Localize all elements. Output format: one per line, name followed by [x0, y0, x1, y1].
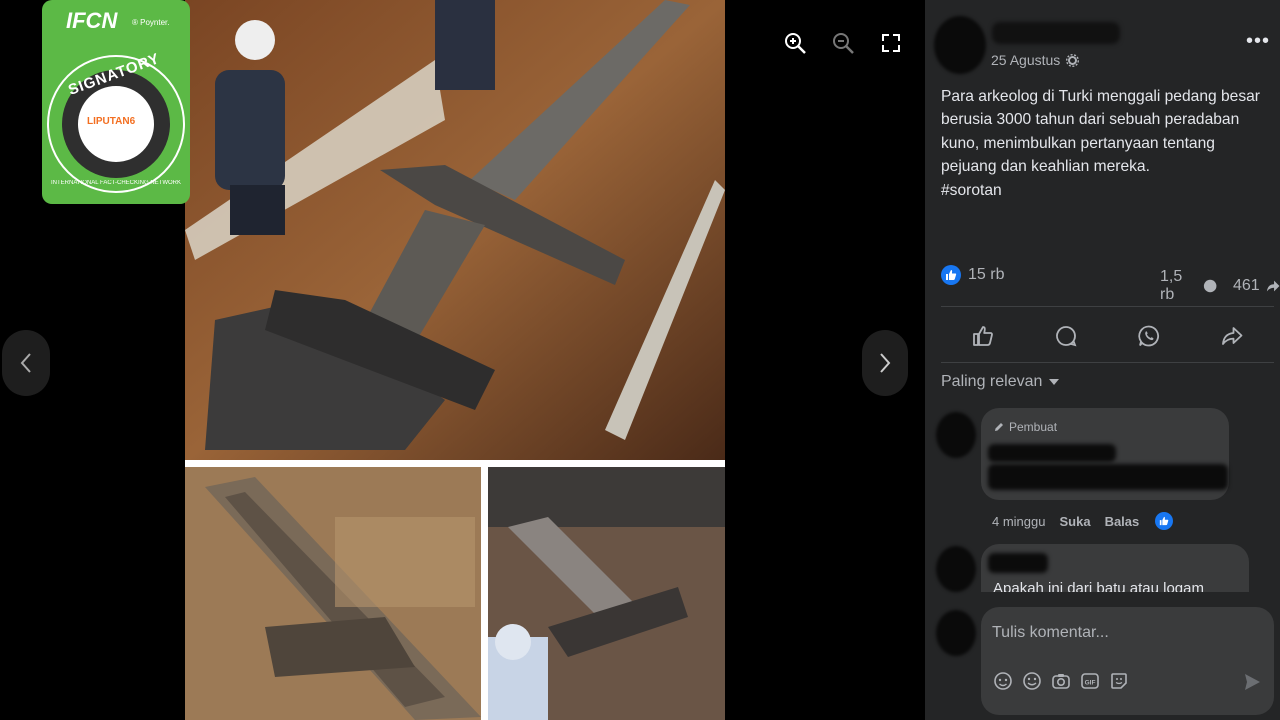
comment-1-like-reaction-icon[interactable]: [1155, 512, 1174, 530]
post-text: Para arkeolog di Turki menggali pedang b…: [941, 88, 1261, 176]
engagement-counts: 1,5 rb 461: [1160, 268, 1280, 304]
comment-1-reply-link[interactable]: Balas: [1105, 514, 1140, 529]
fullscreen-icon[interactable]: [878, 30, 904, 56]
post-body: Para arkeolog di Turki menggali pedang b…: [941, 85, 1273, 202]
more-options-icon[interactable]: •••: [1246, 30, 1270, 53]
whatsapp-share-button[interactable]: [1129, 318, 1169, 354]
svg-text:GIF: GIF: [1084, 679, 1095, 686]
media-viewer: IFCN ® Poynter. SIGNATORY INTERNATIONAL …: [0, 0, 925, 720]
sticker-icon[interactable]: [1108, 670, 1129, 691]
comment-1-time[interactable]: 4 minggu: [992, 514, 1045, 529]
comment-1-redacted-name[interactable]: [988, 444, 1116, 462]
divider-top: [941, 306, 1274, 307]
comment-1-redacted-text: [988, 464, 1228, 490]
caret-down-icon: [1049, 379, 1060, 385]
photo-sword-bottom-left[interactable]: [185, 467, 481, 720]
previous-photo-button[interactable]: [2, 330, 50, 396]
ifcn-signatory-badge: IFCN ® Poynter. SIGNATORY INTERNATIONAL …: [42, 0, 190, 204]
comment-sort-dropdown[interactable]: Paling relevan: [941, 373, 1060, 391]
ifcn-org-label: IFCN: [66, 8, 118, 33]
sort-label: Paling relevan: [941, 373, 1043, 390]
zoom-in-icon[interactable]: [782, 30, 808, 56]
sword-lying-illustration: [185, 467, 481, 720]
reaction-summary[interactable]: 15 rb: [941, 265, 1004, 285]
sword-illustration: [185, 0, 725, 460]
post-actions: [941, 318, 1274, 354]
comment-count[interactable]: 1,5 rb: [1160, 268, 1197, 304]
share-count[interactable]: 461: [1233, 277, 1260, 295]
composer-avatar[interactable]: [936, 610, 976, 656]
viewer-toolbar: [782, 30, 904, 56]
photo-sword-main[interactable]: [185, 0, 725, 460]
comment-input[interactable]: [992, 624, 1242, 642]
like-count: 15 rb: [968, 266, 1005, 283]
ifcn-sub-label: ® Poynter.: [132, 18, 170, 27]
next-photo-button[interactable]: [862, 330, 908, 396]
ifcn-ring-label: INTERNATIONAL FACT-CHECKING NETWORK: [50, 180, 181, 186]
comment-2-redacted-name[interactable]: [988, 553, 1048, 573]
photo-sword-bottom-right[interactable]: [488, 467, 725, 720]
send-icon: [1245, 674, 1260, 690]
comment-count-icon: [1203, 279, 1217, 293]
comment-1-meta: 4 minggu Suka Balas: [992, 512, 1174, 530]
comment-2-text: Apakah ini dari batu atau logam: [993, 580, 1204, 592]
like-reaction-icon: [941, 265, 961, 285]
thumbs-up-icon: [972, 326, 993, 346]
author-tag-label: Pembuat: [1009, 420, 1058, 434]
avatar-sticker-icon[interactable]: [992, 670, 1013, 691]
post-date-text: 25 Agustus: [991, 52, 1061, 68]
pencil-icon: [995, 423, 1003, 431]
post-hashtag[interactable]: #sorotan: [941, 179, 1273, 202]
emoji-icon[interactable]: [1021, 670, 1042, 691]
comment-1-author-tag: Pembuat: [993, 420, 1057, 434]
comment-bubble-icon: [1056, 326, 1077, 347]
camera-icon[interactable]: [1050, 670, 1071, 691]
divider-bottom: [941, 362, 1274, 363]
comment-2-avatar[interactable]: [936, 546, 976, 592]
share-count-icon: [1266, 280, 1280, 292]
comment-1-like-link[interactable]: Suka: [1059, 514, 1090, 529]
share-arrow-icon: [1222, 327, 1243, 345]
author-avatar[interactable]: [934, 16, 986, 74]
photo-collage: [185, 0, 725, 720]
excavation-illustration: [488, 467, 725, 720]
gear-icon: [1066, 53, 1080, 67]
comment-button[interactable]: [1046, 318, 1086, 354]
share-button[interactable]: [1212, 318, 1252, 354]
partner-logo-label: LIPUTAN6: [87, 116, 136, 127]
whatsapp-icon: [1138, 325, 1160, 347]
chevron-right-icon: [880, 353, 891, 373]
gif-icon[interactable]: GIF: [1079, 670, 1100, 691]
comment-1-avatar[interactable]: [936, 412, 976, 458]
composer-toolbar: GIF: [992, 670, 1129, 691]
post-date[interactable]: 25 Agustus: [991, 52, 1080, 68]
chevron-left-icon: [20, 353, 31, 373]
like-button[interactable]: [963, 318, 1003, 354]
send-comment-button[interactable]: [1242, 672, 1262, 697]
zoom-out-icon[interactable]: [830, 30, 856, 56]
author-name-redacted[interactable]: [992, 22, 1120, 44]
